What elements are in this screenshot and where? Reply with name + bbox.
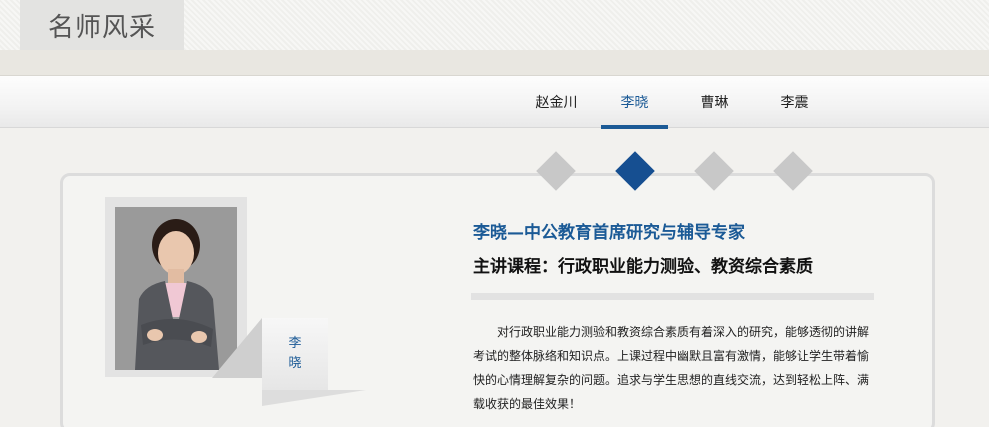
tab-teacher-4[interactable]: 李震 (761, 76, 828, 128)
tab-teacher-1[interactable]: 赵金川 (523, 76, 590, 128)
section-title: 名师风采 (20, 0, 184, 50)
teacher-courses: 主讲课程：行政职业能力测验、教资综合素质 (473, 257, 813, 277)
name-plate-tail (262, 390, 366, 406)
name-char-2: 晓 (288, 356, 302, 371)
tab-teacher-3[interactable]: 曹琳 (681, 76, 748, 128)
teacher-tab-bar: 赵金川 李晓 曹琳 李震 (0, 76, 989, 129)
divider (471, 293, 874, 300)
header-under-band (0, 50, 989, 76)
name-plate: 李 晓 (262, 318, 328, 390)
name-char-1: 李 (288, 336, 302, 351)
teacher-headline: 李晓—中公教育首席研究与辅导专家 (473, 223, 745, 243)
teacher-description: 对行政职业能力测验和教资综合素质有着深入的研究，能够透彻的讲解考试的整体脉络和知… (473, 325, 870, 411)
name-plate-shadow (212, 318, 262, 378)
tab-teacher-2[interactable]: 李晓 (601, 76, 668, 129)
